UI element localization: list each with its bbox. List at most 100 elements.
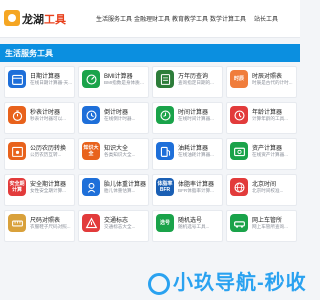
main-nav: 生活服务工具 金融理财工具 教育教学工具 数学计算工具 站长工具 [95,14,285,23]
tool-card-desc: 胎儿体重估算... [104,188,136,193]
tool-card-desc: 在线倒计时器... [104,116,136,121]
tool-card[interactable]: 北京时间 北京时间校准... [226,174,297,206]
tool-card-title: 安全期计算器 [30,182,67,188]
tool-card-desc: 时辰是古代的计时... [252,80,293,85]
watermark: 小玖导航-秒收 [148,266,307,295]
bfr-icon: 体脂率BFR [156,178,174,196]
clock-icon [156,106,174,124]
tool-card[interactable]: 体脂率BFR 体脂率计算器 BFR体脂率计算... [152,174,223,206]
tool-card-desc: BMI指数是身体质量... [104,80,148,85]
tool-card[interactable]: 资产计算器 在线资产计算器... [226,138,297,170]
beijing-time-icon [230,178,248,196]
tool-card[interactable]: 倒计时器 在线倒计时器... [78,102,149,134]
age-icon [230,106,248,124]
tool-card[interactable]: 秒表计时器 秒表计时器可以... [4,102,75,134]
vehicle-office-icon [230,214,248,232]
tool-card-title: 交通标志 [104,218,129,224]
tool-card-desc: 计算年龄的工具... [252,116,288,121]
tool-card-desc: 各类知识大全... [104,152,136,157]
stopwatch-icon [8,106,26,124]
tool-card-title: 资产计算器 [252,146,283,152]
tool-card-title: 尺码对照表 [30,218,61,224]
icon-tile-text: 知识大全 [83,145,99,157]
site-logo-icon[interactable] [4,10,20,26]
tool-card-title: 年龄计算器 [252,110,283,116]
icon-tile-text: 体脂率BFR [157,181,173,193]
nav-item-math[interactable]: 数学计算工具 [209,14,247,23]
tool-card[interactable]: 选号 随机选号 随机选号工具... [152,210,223,242]
section-title: 生活服务工具 [5,49,53,58]
tool-card[interactable]: 公历农历转换 公历农历互转... [4,138,75,170]
tool-card-desc: 衣服鞋子尺码对照... [30,224,71,229]
watermark-logo-icon [148,272,170,295]
tool-card[interactable]: 胎儿体重计算器 胎儿体重估算... [78,174,149,206]
tool-card[interactable]: 尺码对照表 衣服鞋子尺码对照... [4,210,75,242]
tool-card[interactable]: 安全期计算 安全期计算器 女性安全期计算... [4,174,75,206]
watermark-text: 小玖导航-秒收 [173,272,307,294]
tool-card[interactable]: 年龄计算器 计算年龄的工具... [226,102,297,134]
tool-card-desc: 查询指定日期的... [178,80,214,85]
tool-card-title: 公历农历转换 [30,146,67,152]
tool-card-title: 时辰对照表 [252,74,283,80]
tool-card-title: 网上车管所 [252,218,283,224]
size-chart-icon [8,214,26,232]
tool-card-title: 北京时间 [252,182,277,188]
asset-icon [230,142,248,160]
lunar-calendar-icon [8,142,26,160]
icon-tile-text: 时辰 [233,76,244,82]
tool-card-title: 日期计算器 [30,74,61,80]
tool-card[interactable]: 交通标志 交通标志大全... [78,210,149,242]
tool-card[interactable]: 日期计算器 在线日期计算器-天... [4,66,75,98]
almanac-icon [156,70,174,88]
tool-card-title: 时间计算器 [178,110,209,116]
tool-card-desc: 北京时间校准... [252,188,284,193]
tool-card-title: 秒表计时器 [30,110,61,116]
tool-card-desc: 随机选号工具... [178,224,210,229]
tool-card-title: 万年历查询 [178,74,209,80]
tool-card-desc: 秒表计时器可以... [30,116,66,121]
nav-item-webmaster[interactable]: 站长工具 [247,14,285,23]
tool-card[interactable]: BMI计算器 BMI指数是身体质量... [78,66,149,98]
tool-card-desc: 交通标志大全... [104,224,136,229]
tool-card-title: 随机选号 [178,218,203,224]
random-icon: 选号 [156,214,174,232]
tool-card[interactable]: 时辰 时辰对照表 时辰是古代的计时... [226,66,297,98]
tool-card[interactable]: 知识大全 知识大全 各类知识大全... [78,138,149,170]
icon-tile-text: 选号 [159,220,170,226]
time-period-icon: 时辰 [230,70,248,88]
tool-card-desc: 在线资产计算器... [252,152,288,157]
calendar-icon [8,70,26,88]
tool-card[interactable]: 时间计算器 在线时间计算器... [152,102,223,134]
site-brand[interactable]: 龙湖工具 [22,11,66,27]
tool-card[interactable]: 万年历查询 查询指定日期的... [152,66,223,98]
safe-period-icon: 安全期计算 [8,178,26,196]
top-header: 龙湖工具 生活服务工具 金融理财工具 教育教学工具 数学计算工具 站长工具 [0,0,300,38]
countdown-icon [82,106,100,124]
bmi-icon [82,70,100,88]
traffic-sign-icon [82,214,100,232]
tool-card-title: BMI计算器 [104,74,133,80]
brand-accent: 工具 [44,14,66,26]
nav-item-finance[interactable]: 金融理财工具 [133,14,171,23]
fuel-icon [156,142,174,160]
fetus-icon [82,178,100,196]
tool-card-desc: 在线日期计算器-天... [30,80,73,85]
nav-item-education[interactable]: 教育教学工具 [171,14,209,23]
tool-card-desc: 在线时间计算器... [178,116,214,121]
tool-card[interactable]: 油耗计算器 在线油耗计算器... [152,138,223,170]
tool-card-desc: 在线油耗计算器... [178,152,214,157]
section-banner: 生活服务工具 [0,44,300,62]
tool-card-title: 油耗计算器 [178,146,209,152]
tool-card-title: 知识大全 [104,146,129,152]
tool-card[interactable]: 网上车管所 网上车管所查询... [226,210,297,242]
nav-item-life[interactable]: 生活服务工具 [95,14,133,23]
knowledge-icon: 知识大全 [82,142,100,160]
tool-card-title: 胎儿体重计算器 [104,182,147,188]
tool-card-desc: 女性安全期计算... [30,188,66,193]
tool-card-title: 体脂率计算器 [178,182,215,188]
tool-card-title: 倒计时器 [104,110,129,116]
brand-main: 龙湖 [22,14,44,26]
tool-grid: 日期计算器 在线日期计算器-天... BMI计算器 BMI指数是身体质量... 万年历查… [4,66,297,242]
icon-tile-text: 安全期计算 [9,181,25,193]
tool-card-desc: 公历农历互转... [30,152,62,157]
